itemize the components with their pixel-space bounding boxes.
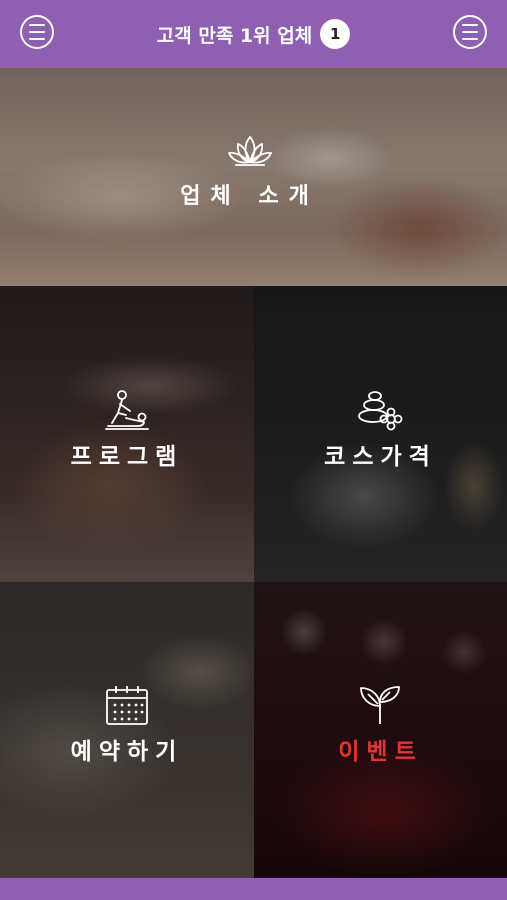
course-price-tile[interactable]: 코스가격 [254, 286, 507, 582]
program-label: 프로그램 [70, 444, 184, 470]
menu-icon[interactable] [453, 15, 487, 49]
massage-icon [104, 389, 150, 431]
event-tile[interactable]: 이벤트 [254, 582, 507, 878]
lotus-icon [227, 134, 273, 168]
notification-badge[interactable]: 1 [320, 19, 351, 49]
company-intro-tile[interactable]: 업체 소개 [0, 68, 507, 286]
calendar-icon [105, 684, 149, 726]
company-intro-label: 업체 소개 [180, 184, 319, 209]
sprout-icon [358, 684, 402, 726]
app-title: 고객 만족 1위 업체 [156, 24, 313, 47]
spa-stones-icon [357, 389, 403, 431]
app-title-group: 고객 만족 1위 업체 1 [156, 19, 351, 49]
event-label: 이벤트 [338, 739, 423, 765]
program-tile[interactable]: 프로그램 [0, 286, 254, 582]
top-app-bar: 고객 만족 1위 업체 1 [0, 0, 507, 68]
reservation-label: 예약하기 [70, 739, 184, 765]
reservation-tile[interactable]: 예약하기 [0, 582, 254, 878]
course-price-label: 코스가격 [324, 444, 437, 470]
menu-icon[interactable] [20, 15, 54, 49]
bottom-bar [0, 878, 507, 900]
